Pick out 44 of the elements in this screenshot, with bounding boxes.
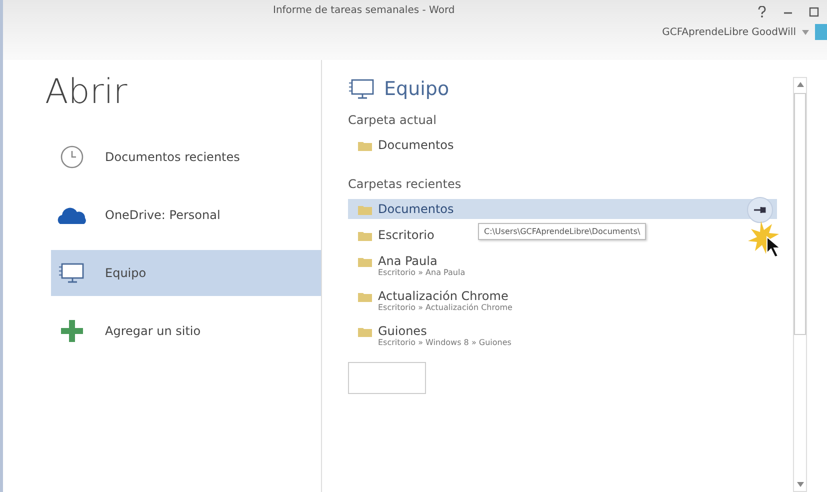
section-label: Carpeta actual (348, 113, 438, 127)
folder-icon (358, 205, 372, 215)
user-name[interactable]: GCFAprendeLibre GoodWill (662, 26, 796, 38)
folder-icon (358, 231, 372, 241)
folder-name: Documentos (378, 202, 454, 216)
scroll-up-icon[interactable] (796, 82, 804, 87)
folder-path: Escritorio » Actualización Chrome (378, 303, 512, 312)
pin-icon (754, 206, 766, 214)
folder-icon (358, 292, 372, 302)
scroll-down-icon[interactable] (796, 482, 804, 487)
place-item[interactable]: OneDrive: Personal (51, 192, 321, 238)
folder-item[interactable]: Guiones Escritorio » Windows 8 » Guiones (348, 321, 516, 350)
folder-name: Ana Paula (378, 254, 438, 268)
folder-item[interactable]: Documentos (348, 135, 458, 155)
folder-path: Escritorio » Ana Paula (378, 268, 466, 277)
caret-icon[interactable] (802, 30, 809, 34)
window-title: Informe de tareas semanales - Word (273, 5, 455, 16)
help-icon[interactable] (757, 6, 767, 18)
folder-item[interactable]: Ana Paula Escritorio » Ana Paula (348, 251, 470, 280)
folder-name: Escritorio (378, 228, 434, 242)
folder-path: Escritorio » Windows 8 » Guiones (378, 338, 512, 347)
clock-icon (60, 145, 84, 169)
maximize-icon[interactable] (809, 7, 819, 17)
section-label: Carpetas recientes (348, 177, 462, 191)
place-item[interactable]: Equipo (51, 250, 321, 296)
folder-icon (358, 327, 372, 337)
computer-icon (348, 77, 376, 101)
folder-item[interactable]: Actualización Chrome Escritorio » Actualización Chrome (348, 286, 516, 315)
scroll-thumb[interactable] (794, 93, 806, 335)
cloud-icon (57, 205, 87, 225)
tooltip: C:\Users\GCFAprendeLibre\Documents\ (478, 223, 646, 240)
folder-name: Documentos (378, 138, 454, 152)
computer-icon (58, 261, 86, 285)
place-item[interactable]: Documentos recientes (51, 134, 321, 180)
folder-icon (358, 141, 372, 151)
scrollbar[interactable] (793, 77, 807, 492)
plus-icon (60, 319, 84, 343)
folder-icon (358, 257, 372, 267)
folder-name: Guiones (378, 324, 428, 338)
panel-title: Equipo (384, 78, 450, 100)
pin-button[interactable] (747, 197, 773, 223)
page-heading: Abrir (45, 72, 128, 112)
place-item[interactable]: Agregar un sitio (51, 308, 321, 354)
folder-name: Actualización Chrome (378, 289, 510, 303)
